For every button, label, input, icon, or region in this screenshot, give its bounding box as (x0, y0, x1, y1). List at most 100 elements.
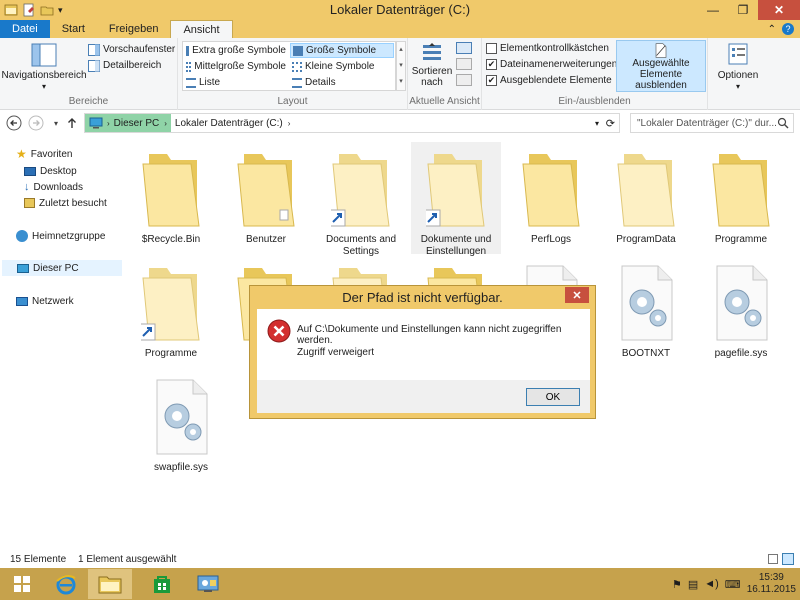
breadcrumb-local-disk[interactable]: Lokaler Datenträger (C:) › (171, 114, 295, 132)
file-item-benutzer[interactable]: Benutzer (221, 142, 311, 254)
layout-large-icons[interactable]: Große Symbole (290, 43, 394, 58)
maximize-button[interactable]: ❐ (728, 0, 758, 20)
gallery-scroll[interactable]: ▴ ▾ ▾ (396, 41, 406, 91)
file-item-bootnxt[interactable]: BOOTNXT (601, 256, 691, 368)
nav-favorites[interactable]: ★ Favoriten (16, 146, 72, 162)
details-pane-label: Detailbereich (103, 60, 162, 71)
item-checkboxes-toggle[interactable]: Elementkontrollkästchen (486, 41, 609, 56)
layout-details[interactable]: Details (290, 75, 394, 90)
details-view-icon[interactable] (768, 554, 778, 564)
add-columns-icon[interactable] (456, 58, 472, 70)
group-by-icon[interactable] (456, 42, 472, 54)
large-icons-view-icon[interactable] (782, 553, 794, 565)
folder-icon (142, 154, 200, 227)
layout-medium-icons[interactable]: Mittelgroße Symbole (184, 59, 288, 74)
dialog-close-button[interactable]: ✕ (565, 287, 589, 303)
tab-ansicht[interactable]: Ansicht (170, 20, 233, 38)
layout-large-label: Große Symbole (306, 45, 377, 56)
preview-pane-button[interactable]: Vorschaufenster (88, 42, 175, 57)
back-button[interactable] (6, 115, 22, 131)
folder-icon (331, 154, 390, 227)
collapse-ribbon-icon[interactable]: ⌃ (768, 24, 776, 35)
forward-button[interactable] (28, 115, 44, 131)
explorer-icon[interactable] (4, 3, 18, 17)
options-label: Optionen (717, 70, 759, 81)
file-item-pagefile[interactable]: pagefile.sys (696, 256, 786, 368)
file-item-recycle-bin[interactable]: $Recycle.Bin (126, 142, 216, 254)
nav-this-pc[interactable]: Dieser PC (2, 260, 122, 276)
search-input[interactable]: "Lokaler Datenträger (C:)" dur... (637, 118, 777, 129)
file-item-programdata[interactable]: ProgramData (601, 142, 691, 254)
layout-list[interactable]: Liste (184, 75, 288, 90)
nav-this-pc-label: Dieser PC (33, 262, 79, 274)
file-item-perflogs[interactable]: PerfLogs (506, 142, 596, 254)
nav-recent-label: Zuletzt besucht (39, 197, 107, 209)
hidden-items-checkbox[interactable]: ✔ (486, 75, 497, 86)
navigation-pane-button[interactable]: Navigationsbereich ▾ (1, 42, 87, 92)
keyboard-icon[interactable]: ⌨ (725, 578, 741, 591)
file-extensions-toggle[interactable]: ✔ Dateinamenerweiterungen (486, 57, 617, 72)
taskbar-file-explorer[interactable] (88, 569, 132, 599)
file-item-programme-shortcut[interactable]: Programme (126, 256, 216, 368)
start-button[interactable] (0, 569, 44, 599)
layout-small-label: Kleine Symbole (305, 61, 375, 72)
new-folder-icon[interactable] (40, 3, 54, 17)
size-columns-icon[interactable] (456, 74, 472, 86)
system-tray: ⚑ ▤ ◄) ⌨ 15:39 16.11.2015 (672, 568, 796, 600)
nav-downloads-label: Downloads (33, 181, 83, 193)
homegroup-icon (16, 230, 28, 242)
tab-freigeben[interactable]: Freigeben (97, 20, 171, 38)
address-dropdown-icon[interactable]: ▾ (595, 119, 599, 128)
options-button[interactable]: Optionen ▾ (712, 42, 764, 92)
properties-icon[interactable] (22, 3, 36, 17)
up-button[interactable] (64, 115, 80, 131)
nav-network[interactable]: Netzwerk (16, 293, 74, 309)
hidden-items-toggle[interactable]: ✔ Ausgeblendete Elemente (486, 73, 612, 88)
file-item-programme[interactable]: Programme (696, 142, 786, 254)
details-icon (292, 77, 302, 88)
item-checkboxes-checkbox[interactable] (486, 43, 497, 54)
customize-quick-access-icon[interactable]: ▾ (58, 5, 63, 16)
clock[interactable]: 15:39 16.11.2015 (747, 572, 796, 596)
file-extensions-checkbox[interactable]: ✔ (486, 59, 497, 70)
details-pane-button[interactable]: Detailbereich (88, 58, 161, 73)
nav-desktop[interactable]: Desktop (24, 163, 77, 179)
system-file-icon (716, 265, 768, 341)
file-item-dokumente-und-einstellungen[interactable]: Dokumente und Einstellungen (411, 142, 501, 257)
help-icon[interactable]: ? (782, 23, 794, 35)
ok-button[interactable]: OK (526, 388, 580, 406)
minimize-button[interactable]: — (698, 0, 728, 20)
file-name: PerfLogs (530, 234, 572, 245)
layout-small-icons[interactable]: Kleine Symbole (290, 59, 394, 74)
tab-datei[interactable]: Datei (0, 20, 50, 38)
title-bar: ▾ Lokaler Datenträger (C:) — ❐ ✕ (0, 0, 800, 20)
sort-by-button[interactable]: Sortieren nach (412, 42, 452, 88)
search-box[interactable]: "Lokaler Datenträger (C:)" dur... (630, 113, 794, 133)
file-item-swapfile[interactable]: swapfile.sys (136, 370, 226, 482)
chevron-down-icon: ▾ (735, 82, 740, 91)
nav-recent[interactable]: Zuletzt besucht (24, 195, 107, 211)
network-status-icon[interactable]: ▤ (688, 578, 698, 591)
layout-extra-large-icons[interactable]: Extra große Symbole (184, 43, 288, 58)
recent-locations-icon[interactable]: ▾ (48, 115, 64, 131)
preview-pane-icon (88, 43, 100, 56)
nav-homegroup[interactable]: Heimnetzgruppe (16, 228, 105, 244)
taskbar-internet-explorer[interactable] (44, 569, 88, 599)
refresh-icon[interactable]: ⟳ (606, 117, 615, 130)
file-item-documents-and-settings[interactable]: Documents and Settings (316, 142, 406, 257)
item-checkboxes-label: Elementkontrollkästchen (500, 43, 609, 54)
volume-icon[interactable]: ◄) (704, 578, 719, 590)
nav-downloads[interactable]: ↓ Downloads (24, 179, 83, 195)
medium-icons-icon (186, 61, 192, 72)
file-explorer-icon (98, 576, 122, 594)
action-center-flag-icon[interactable]: ⚑ (672, 578, 682, 591)
quick-access-toolbar: ▾ (0, 0, 63, 20)
hide-selected-items-button[interactable]: Ausgewählte Elemente ausblenden (616, 40, 706, 92)
taskbar-store[interactable] (140, 569, 184, 599)
close-button[interactable]: ✕ (758, 0, 800, 20)
tab-start[interactable]: Start (50, 20, 97, 38)
address-bar[interactable]: › Dieser PC › Lokaler Datenträger (C:) ›… (84, 113, 620, 133)
breadcrumb-this-pc[interactable]: › Dieser PC › (85, 114, 171, 132)
taskbar-control-panel[interactable] (186, 569, 230, 599)
taskbar: ⚑ ▤ ◄) ⌨ 15:39 16.11.2015 (0, 568, 800, 600)
